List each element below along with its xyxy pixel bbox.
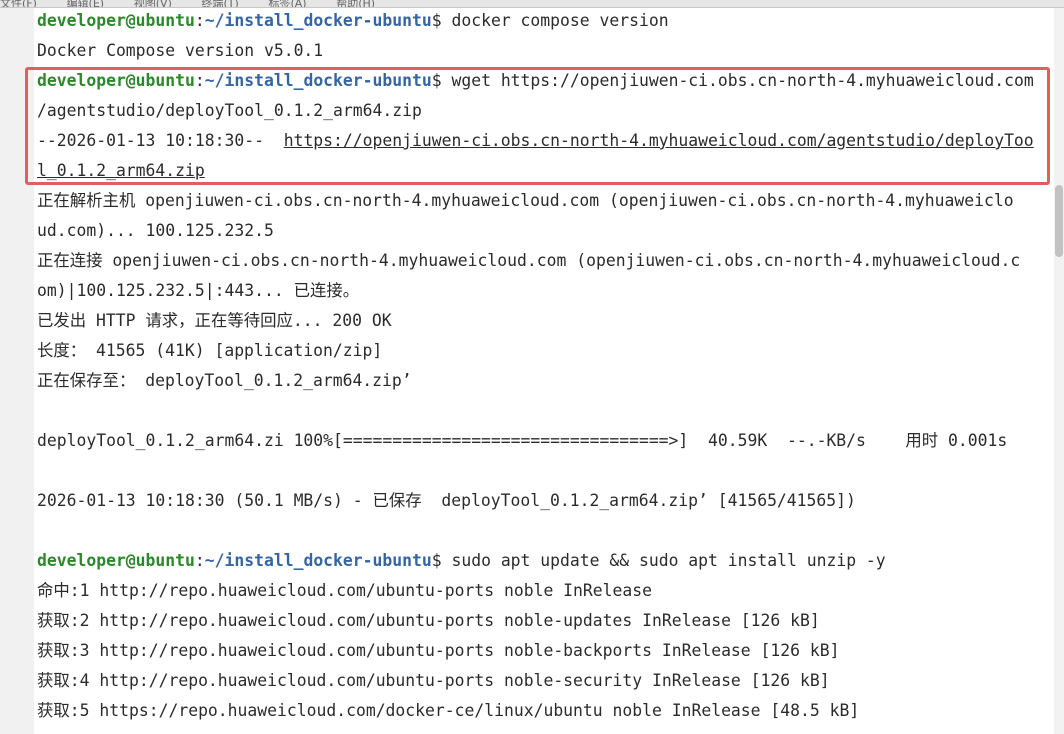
terminal-line: Docker Compose version v5.0.1 <box>37 41 324 60</box>
terminal-line: 2026-01-13 10:18:30 (50.1 MB/s) - 已保存 de… <box>37 491 856 510</box>
menu-edit[interactable]: 编辑(E) <box>67 0 105 7</box>
menu-tabs[interactable]: 标签(A) <box>268 0 306 7</box>
prompt-path: ~/install_docker-ubuntu <box>204 11 432 30</box>
prompt-user: developer@ubuntu <box>37 11 195 30</box>
terminal-line-prompt-1: developer@ubuntu:~/install_docker-ubuntu… <box>37 8 669 36</box>
terminal-line: 获取:4 http://repo.huaweicloud.com/ubuntu-… <box>37 671 830 690</box>
terminal-line: 长度： 41565 (41K) [application/zip] <box>37 341 383 360</box>
scrollbar-track[interactable] <box>1054 8 1064 734</box>
terminal-line: 命中:1 http://repo.huaweicloud.com/ubuntu-… <box>37 581 652 600</box>
terminal-line: 获取:3 http://repo.huaweicloud.com/ubuntu-… <box>37 641 840 660</box>
prompt-symbol: $ <box>431 11 442 30</box>
menu-bar: 文件(F) 编辑(E) 视图(V) 终端(T) 标签(A) 帮助(H) <box>0 0 1064 8</box>
terminal-line: om)|100.125.232.5|:443... 已连接。 <box>37 281 360 300</box>
terminal-line: 获取:5 https://repo.huaweicloud.com/docker… <box>37 701 860 720</box>
terminal-line: 获取:2 http://repo.huaweicloud.com/ubuntu-… <box>37 611 820 630</box>
command-text: docker compose version <box>441 11 669 30</box>
prompt-colon: : <box>194 11 205 30</box>
menu-help[interactable]: 帮助(H) <box>336 0 375 7</box>
menu-view[interactable]: 视图(V) <box>134 0 172 7</box>
prompt-path: ~/install_docker-ubuntu <box>204 551 432 570</box>
menu-file[interactable]: 文件(F) <box>0 0 37 7</box>
scrollbar-thumb[interactable] <box>1055 185 1063 257</box>
highlight-box <box>25 67 1050 185</box>
terminal-line: 正在保存至： deployTool_0.1.2_arm64.zip’ <box>37 371 412 390</box>
terminal-line: 已发出 HTTP 请求，正在等待回应... 200 OK <box>37 311 392 330</box>
terminal-line-progress: deployTool_0.1.2_arm64.zi 100%[=========… <box>37 431 1008 450</box>
menu-terminal[interactable]: 终端(T) <box>202 0 239 7</box>
prompt-colon: : <box>194 551 205 570</box>
terminal-line: 正在解析主机 openjiuwen-ci.obs.cn-north-4.myhu… <box>37 191 1014 210</box>
command-text: sudo apt update && sudo apt install unzi… <box>441 551 886 570</box>
terminal-line: 正在连接 openjiuwen-ci.obs.cn-north-4.myhuaw… <box>37 251 1021 270</box>
prompt-user: developer@ubuntu <box>37 551 195 570</box>
prompt-symbol: $ <box>431 551 442 570</box>
terminal-line: ud.com)... 100.125.232.5 <box>37 221 274 240</box>
terminal-line-prompt-3: developer@ubuntu:~/install_docker-ubuntu… <box>37 546 886 576</box>
